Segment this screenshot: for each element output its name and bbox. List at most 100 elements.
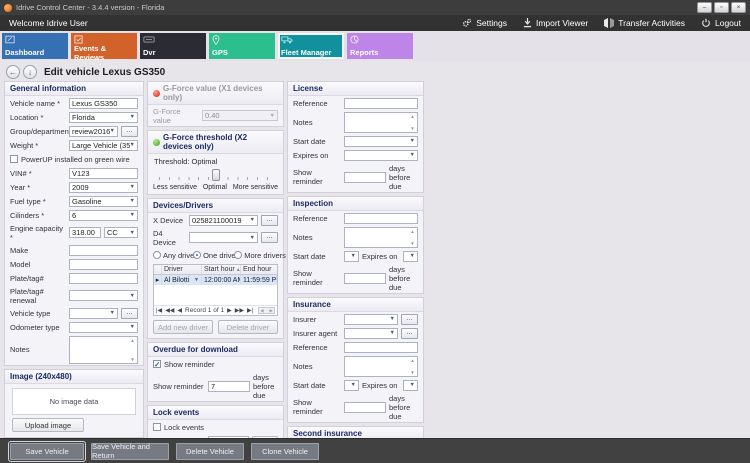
- weight-select[interactable]: Large Vehicle (3500 - 4500 pou...▼: [69, 139, 138, 151]
- overdue-reminder-days-input[interactable]: 7: [208, 380, 250, 392]
- scrollbar[interactable]: ▲ ▼: [129, 337, 136, 363]
- vehicle-name-input[interactable]: Lexus GS350: [69, 97, 138, 109]
- delete-vehicle-button[interactable]: Delete Vehicle: [176, 442, 244, 460]
- group-department-select[interactable]: review2016 ▼: [69, 125, 118, 137]
- dropdown-arrow-icon: ▼: [389, 330, 395, 336]
- column-header-end-hour[interactable]: End hour: [241, 265, 277, 275]
- nav-last-icon[interactable]: ▶|: [247, 307, 253, 314]
- odometer-type-select[interactable]: ▼: [69, 321, 138, 333]
- license-reference-input[interactable]: [344, 97, 418, 109]
- import-viewer-menu-item[interactable]: Import Viewer: [523, 18, 588, 28]
- general-notes-input[interactable]: ▲ ▼: [69, 335, 138, 364]
- model-input[interactable]: [69, 258, 138, 270]
- scrollbar[interactable]: ▲ ▼: [409, 228, 416, 247]
- vehicle-type-select[interactable]: ▼: [69, 307, 118, 319]
- insurer-browse-button[interactable]: …: [401, 313, 418, 325]
- vin-input[interactable]: V123: [69, 167, 138, 179]
- powerup-checkbox[interactable]: [10, 155, 18, 163]
- tab-events-reviews[interactable]: Events & Reviews: [71, 33, 137, 62]
- d4-device-browse-button[interactable]: …: [261, 232, 278, 243]
- nav-prev-page-icon[interactable]: ◀◀: [165, 307, 174, 314]
- engine-capacity-input[interactable]: 318.00: [69, 227, 101, 238]
- tab-fleet-manager[interactable]: Fleet Manager: [278, 33, 344, 59]
- fuel-type-select[interactable]: Gasoline ▼: [69, 195, 138, 207]
- tab-dvr[interactable]: Dvr: [140, 33, 206, 59]
- nav-next-icon[interactable]: ▶: [227, 307, 232, 314]
- horizontal-scrollbar[interactable]: ◀ ▶: [258, 307, 275, 314]
- license-expires-on-select[interactable]: ▼: [344, 149, 418, 161]
- d4-device-select[interactable]: ▼: [189, 232, 258, 243]
- insurance-reference-input[interactable]: [344, 341, 418, 353]
- tab-gps[interactable]: GPS: [209, 33, 275, 59]
- radio-any-driver[interactable]: Any driver: [153, 251, 197, 260]
- x-device-select[interactable]: 025821100019 ▼: [189, 214, 258, 226]
- insurance-panel: Insurance Insurer ▼… Insurer agent ▼… Refe…: [287, 297, 424, 423]
- vehicle-type-browse-button[interactable]: …: [121, 307, 138, 319]
- inspection-start-date-select[interactable]: ▼: [344, 250, 359, 262]
- start-hour-cell[interactable]: 12:00:00 AM: [202, 275, 241, 285]
- scrollbar[interactable]: ▲ ▼: [409, 113, 416, 132]
- plate-tag-input[interactable]: [69, 272, 138, 284]
- nav-first-icon[interactable]: |◀: [156, 307, 162, 314]
- group-browse-button[interactable]: …: [121, 125, 138, 137]
- column-header-driver[interactable]: Driver: [162, 265, 202, 275]
- insurance-expires-on-select[interactable]: ▼: [403, 379, 418, 391]
- close-button[interactable]: ×: [731, 2, 746, 13]
- year-select[interactable]: 2009 ▼: [69, 181, 138, 193]
- tab-dashboard[interactable]: Dashboard: [2, 33, 68, 59]
- minimize-button[interactable]: –: [697, 2, 712, 13]
- insurer-agent-browse-button[interactable]: …: [401, 327, 418, 339]
- scrollbar[interactable]: ▲ ▼: [409, 357, 416, 376]
- make-input[interactable]: [69, 244, 138, 256]
- maximize-button[interactable]: ▫: [714, 2, 729, 13]
- back-button[interactable]: ←: [6, 65, 20, 79]
- gears-icon: [462, 18, 472, 28]
- location-select[interactable]: Florida ▼: [69, 111, 138, 123]
- driver-cell[interactable]: Al Bilotti ▼: [162, 275, 202, 285]
- expand-button[interactable]: ↓: [23, 65, 37, 79]
- radio-one-driver[interactable]: One driver: [193, 251, 238, 260]
- end-hour-cell[interactable]: 11:59:59 PM: [241, 275, 277, 285]
- slider-thumb[interactable]: [211, 169, 220, 181]
- inspection-notes-input[interactable]: ▲ ▼: [344, 226, 418, 248]
- inspection-expires-on-select[interactable]: ▼: [403, 250, 418, 262]
- logout-menu-item[interactable]: Logout: [701, 18, 741, 28]
- radio-selected-icon: [193, 251, 202, 259]
- x-device-browse-button[interactable]: …: [261, 214, 278, 226]
- plate-renewal-select[interactable]: ▼: [69, 290, 138, 301]
- delete-driver-button[interactable]: Delete driver: [218, 320, 278, 334]
- radio-icon: [234, 251, 243, 259]
- nav-next-page-icon[interactable]: ▶▶: [235, 307, 244, 314]
- insurance-notes-input[interactable]: ▲ ▼: [344, 355, 418, 377]
- inspection-reference-input[interactable]: [344, 212, 418, 224]
- insurance-reminder-days-input[interactable]: [344, 401, 386, 413]
- sensitivity-slider[interactable]: [157, 168, 274, 183]
- settings-menu-item[interactable]: Settings: [462, 18, 507, 28]
- cilinders-select[interactable]: 6 ▼: [69, 209, 138, 221]
- lock-events-checkbox[interactable]: [153, 423, 161, 431]
- add-new-driver-button[interactable]: Add new driver: [153, 320, 213, 334]
- nav-prev-icon[interactable]: ◀: [177, 307, 182, 314]
- license-reminder-days-input[interactable]: [344, 171, 386, 183]
- radio-more-drivers[interactable]: More drivers: [234, 251, 286, 260]
- transfer-activities-menu-item[interactable]: Transfer Activities: [604, 18, 685, 28]
- show-reminder-checkbox[interactable]: ✓: [153, 360, 161, 368]
- driver-row[interactable]: ▸ Al Bilotti▼ 12:00:00 AM 11:59:59 PM: [154, 275, 277, 285]
- tab-reports[interactable]: Reports: [347, 33, 413, 59]
- upload-image-button[interactable]: Upload image: [12, 418, 84, 432]
- insurer-agent-select[interactable]: ▼: [344, 327, 398, 339]
- inspection-reminder-days-input[interactable]: [344, 272, 386, 284]
- panel-title: Devices/Drivers: [153, 201, 214, 210]
- dropdown-arrow-icon: ▼: [109, 128, 115, 134]
- engine-capacity-unit-select[interactable]: CC ▼: [104, 227, 138, 238]
- save-vehicle-button[interactable]: Save Vehicle: [8, 440, 86, 462]
- save-vehicle-and-return-button[interactable]: Save Vehicle and Return: [91, 442, 169, 460]
- clone-vehicle-button[interactable]: Clone Vehicle: [251, 442, 319, 460]
- license-start-date-select[interactable]: ▼: [344, 135, 418, 147]
- license-notes-input[interactable]: ▲ ▼: [344, 111, 418, 133]
- record-navigator: |◀ ◀◀ ◀ Record 1 of 1 ▶ ▶▶ ▶| ◀ ▶: [154, 305, 277, 315]
- tab-bar: Dashboard Events & Reviews Dvr GPS Fleet…: [0, 31, 750, 62]
- column-header-start-hour[interactable]: Start hour ▲: [202, 265, 241, 275]
- insurance-start-date-select[interactable]: ▼: [344, 379, 359, 391]
- insurer-select[interactable]: ▼: [344, 313, 398, 325]
